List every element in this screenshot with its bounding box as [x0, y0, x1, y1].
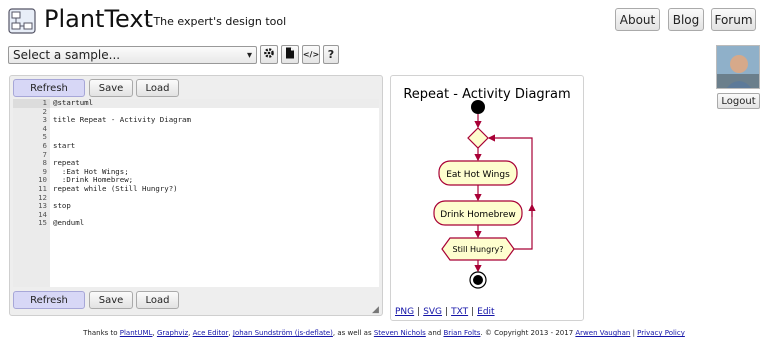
- plantuml-link[interactable]: PlantUML: [120, 329, 153, 337]
- refresh-button-bottom[interactable]: Refresh: [13, 291, 85, 309]
- help-button[interactable]: ?: [323, 45, 339, 64]
- code-line[interactable]: @startuml: [50, 98, 379, 108]
- graphviz-link[interactable]: Graphviz: [157, 329, 188, 337]
- line-number: 15: [38, 218, 47, 228]
- brand-title[interactable]: PlantText: [44, 5, 153, 33]
- export-links: PNG | SVG | TXT | Edit: [395, 307, 495, 317]
- forum-button[interactable]: Forum: [711, 8, 756, 31]
- code-line[interactable]: start: [53, 141, 379, 151]
- load-button-bottom[interactable]: Load: [136, 291, 179, 309]
- js-deflate-link[interactable]: Johan Sundström (js-deflate): [233, 329, 333, 337]
- code-line[interactable]: title Repeat - Activity Diagram: [53, 116, 379, 125]
- brian-folts-link[interactable]: Brian Folts: [443, 329, 480, 337]
- start-node: [471, 100, 485, 114]
- code-line[interactable]: repeat while (Still Hungry?): [53, 184, 379, 194]
- ace-editor-link[interactable]: Ace Editor: [193, 329, 229, 337]
- code-line[interactable]: [53, 133, 379, 142]
- code-line[interactable]: [53, 194, 379, 203]
- embed-code-button[interactable]: </>: [302, 45, 320, 64]
- activity-label-2: Drink Homebrew: [440, 210, 516, 220]
- help-icon: ?: [327, 48, 335, 61]
- code-line[interactable]: [53, 151, 379, 160]
- save-button-bottom[interactable]: Save: [89, 291, 133, 309]
- load-button[interactable]: Load: [136, 79, 179, 97]
- settings-button[interactable]: [260, 45, 278, 64]
- arwen-vaughan-link[interactable]: Arwen Vaughan: [575, 329, 630, 337]
- code-lines[interactable]: @startuml title Repeat - Activity Diagram…: [50, 98, 379, 228]
- code-line[interactable]: @enduml: [53, 219, 379, 228]
- diagram-title: Repeat - Activity Diagram: [403, 87, 570, 102]
- file-icon: [285, 47, 295, 62]
- code-line[interactable]: [53, 125, 379, 134]
- steven-nichols-link[interactable]: Steven Nichols: [374, 329, 426, 337]
- sample-select[interactable]: Select a sample... ▾: [8, 46, 257, 64]
- privacy-policy-link[interactable]: Privacy Policy: [637, 329, 685, 337]
- refresh-button[interactable]: Refresh: [13, 79, 85, 97]
- avatar[interactable]: [716, 45, 760, 89]
- tagline: - The expert's design tool: [146, 15, 287, 28]
- about-button[interactable]: About: [615, 8, 660, 31]
- edit-link[interactable]: Edit: [477, 307, 494, 317]
- resize-handle-icon[interactable]: ◢: [372, 305, 379, 315]
- code-line[interactable]: [53, 211, 379, 220]
- repeat-merge-node: [467, 127, 489, 149]
- export-png-link[interactable]: PNG: [395, 307, 414, 317]
- gear-icon: [263, 47, 275, 62]
- line-number-gutter: 1 2 3 4 5 6 7 8 9 10 11 12 13 14 15: [13, 98, 50, 287]
- export-txt-link[interactable]: TXT: [451, 307, 468, 317]
- export-svg-link[interactable]: SVG: [423, 307, 442, 317]
- code-editor[interactable]: 1 2 3 4 5 6 7 8 9 10 11 12 13 14 15 @startuml title Rep…: [13, 98, 379, 287]
- activity-diagram: Repeat - Activity Diagram Eat Hot Wings …: [403, 87, 571, 289]
- activity-label-1: Eat Hot Wings: [446, 170, 510, 180]
- footer: Thanks to PlantUML, Graphviz, Ace Editor…: [83, 329, 685, 337]
- code-line[interactable]: stop: [53, 202, 379, 211]
- blog-button[interactable]: Blog: [668, 8, 704, 31]
- save-button[interactable]: Save: [89, 79, 133, 97]
- chevron-down-icon: ▾: [246, 49, 252, 61]
- condition-label: Still Hungry?: [453, 245, 504, 254]
- code-icon: </>: [302, 50, 320, 59]
- plantuml-logo-icon[interactable]: [8, 8, 36, 34]
- new-file-button[interactable]: [281, 45, 299, 64]
- sample-select-value: Select a sample...: [13, 48, 121, 62]
- logout-button[interactable]: Logout: [717, 93, 760, 109]
